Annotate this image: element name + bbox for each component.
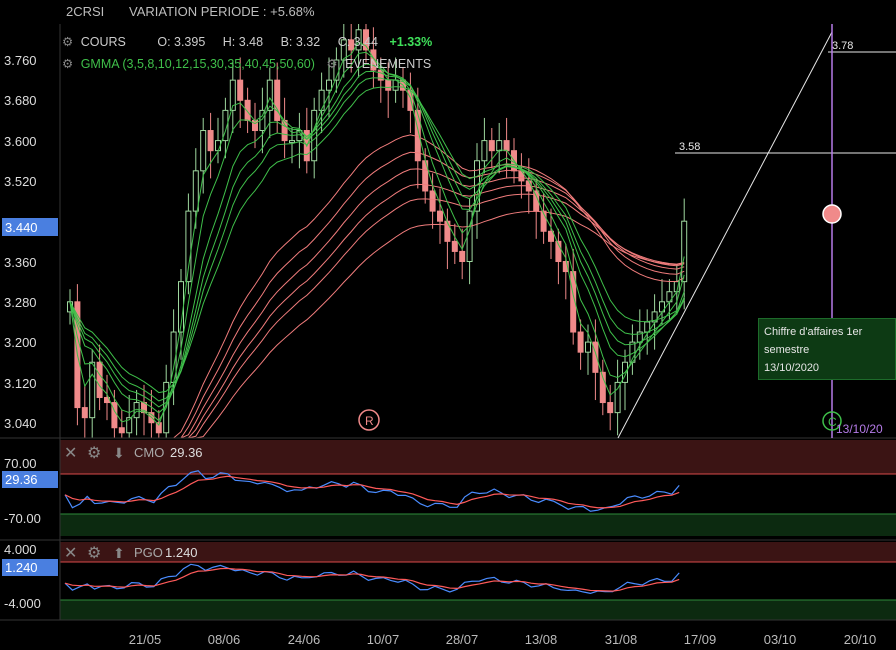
change-value: +1.33%	[389, 35, 433, 49]
candle-body[interactable]	[96, 361, 103, 399]
candle-body[interactable]	[614, 381, 621, 414]
candle-body[interactable]	[81, 407, 88, 419]
open-value: O: 3.395	[157, 35, 206, 49]
candle-body[interactable]	[118, 427, 125, 434]
candle-body[interactable]	[429, 190, 436, 212]
event-date: 13/10/2020	[764, 362, 820, 374]
x-tick-label: 21/05	[129, 632, 162, 647]
candle-body[interactable]	[488, 140, 495, 152]
candle-body[interactable]	[237, 79, 244, 101]
cours-label: COURS	[80, 35, 126, 49]
event-marker[interactable]	[822, 204, 842, 224]
symbol-label: 2CRSI	[66, 4, 105, 19]
arrow-up-icon[interactable]: ⬆	[113, 545, 125, 561]
cmo-current-value: 29.36	[5, 472, 38, 487]
price-tick: 3.120	[4, 376, 37, 391]
gear-icon[interactable]: ⚙	[87, 545, 101, 562]
candle-body[interactable]	[437, 210, 443, 222]
pgo-value: 1.240	[165, 545, 198, 560]
candle-body[interactable]	[385, 79, 392, 91]
pgo-current-value: 1.240	[5, 560, 38, 575]
candle-body[interactable]	[681, 220, 688, 283]
price-tick: 3.760	[4, 53, 37, 68]
x-tick-label: 24/06	[288, 632, 321, 647]
price-tick: 3.600	[4, 134, 37, 149]
candle-body[interactable]	[89, 361, 96, 419]
low-value: B: 3.32	[280, 35, 321, 49]
level-label-upper: 3.78	[832, 40, 853, 52]
price-tick: 3.360	[4, 255, 37, 270]
cmo-tick-upper: 70.00	[4, 456, 37, 471]
candle-body[interactable]	[585, 341, 591, 353]
close-icon[interactable]: ✕	[64, 445, 77, 462]
cours-legend[interactable]: ⚙ COURS O: 3.395 H: 3.48 B: 3.32 C: 3.44…	[62, 34, 432, 49]
x-tick-label: 28/07	[446, 632, 479, 647]
pgo-tick-lower: -4.000	[4, 596, 41, 611]
candle-body[interactable]	[548, 230, 554, 242]
x-tick-label: 17/09	[684, 632, 717, 647]
x-tick-label: 08/06	[208, 632, 241, 647]
candle-body[interactable]	[192, 170, 199, 212]
price-tick: 3.280	[4, 295, 37, 310]
gear-icon[interactable]: ⚙	[326, 57, 337, 71]
price-tick: 3.520	[4, 174, 37, 189]
variation-label: VARIATION PERIODE : +5.68%	[129, 4, 315, 19]
gmma-label: GMMA (3,5,8,10,12,15,30,35,40,45,50,60)	[80, 57, 315, 71]
candle-body[interactable]	[274, 79, 281, 121]
arrow-down-icon[interactable]: ⬇	[113, 445, 125, 461]
event-tooltip: Chiffre d'affaires 1er semestre 13/10/20…	[758, 318, 896, 380]
close-icon[interactable]: ✕	[64, 545, 77, 562]
candle-body[interactable]	[444, 220, 451, 242]
x-axis: 21/05 08/06 24/06 10/07 28/07 13/08 31/08 17/09…	[129, 632, 877, 647]
pgo-label: PGO	[134, 545, 163, 560]
candle-body[interactable]	[326, 79, 332, 91]
candle-body[interactable]	[503, 140, 510, 152]
event-marker-r-label: R	[365, 414, 374, 428]
price-tick: 3.680	[4, 93, 37, 108]
candle-body[interactable]	[207, 130, 214, 152]
x-tick-label: 13/08	[525, 632, 558, 647]
x-tick-label: 31/08	[605, 632, 638, 647]
x-tick-label: 10/07	[367, 632, 400, 647]
event-date-short: 13/10/20	[836, 422, 883, 436]
candle-body[interactable]	[459, 250, 466, 263]
cmo-value: 29.36	[170, 445, 203, 460]
candle-body[interactable]	[607, 402, 614, 414]
price-tick: 3.200	[4, 335, 37, 350]
events-label: EVENEMENTS	[345, 57, 432, 71]
x-tick-label: 20/10	[844, 632, 877, 647]
gmma-legend[interactable]: ⚙ GMMA (3,5,8,10,12,15,30,35,40,45,50,60…	[62, 56, 431, 71]
x-tick-label: 03/10	[764, 632, 797, 647]
price-current-value: 3.440	[5, 220, 38, 235]
candle-body[interactable]	[451, 240, 458, 252]
high-value: H: 3.48	[222, 35, 264, 49]
candle-body[interactable]	[200, 130, 207, 172]
candle-body[interactable]	[281, 119, 288, 142]
cmo-label: CMO	[134, 445, 164, 460]
header-bar: 2CRSI VARIATION PERIODE : +5.68%	[0, 0, 896, 24]
gear-icon[interactable]: ⚙	[87, 445, 101, 462]
pgo-oversold-zone	[60, 600, 896, 620]
gear-icon[interactable]: ⚙	[62, 57, 73, 71]
candle-body[interactable]	[577, 331, 584, 353]
price-tick: 3.040	[4, 416, 37, 431]
event-title: Chiffre d'affaires 1er semestre	[764, 326, 863, 356]
close-value: C: 3.44	[337, 35, 378, 49]
candle-body[interactable]	[466, 210, 473, 262]
gear-icon[interactable]: ⚙	[62, 35, 73, 49]
level-label-lower: 3.58	[679, 141, 700, 153]
candle-body[interactable]	[318, 89, 325, 111]
pgo-tick-upper: 4.000	[4, 542, 37, 557]
candle-body[interactable]	[289, 140, 295, 144]
cmo-oversold-zone	[60, 514, 896, 536]
candle-body[interactable]	[496, 140, 503, 152]
candle-body[interactable]	[481, 140, 488, 162]
cmo-tick-lower: -70.00	[4, 511, 41, 526]
